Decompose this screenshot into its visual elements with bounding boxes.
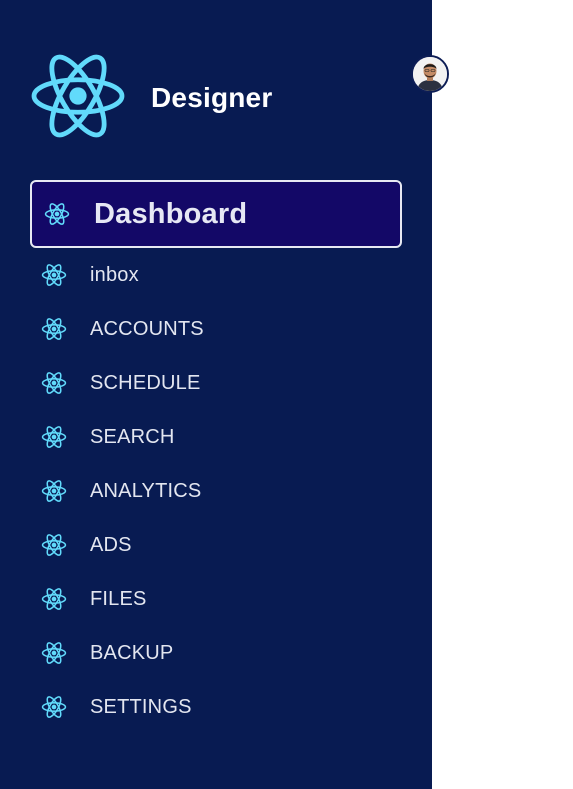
app-page: Designer Dashboard inbox ACCOUNTS SCHEDU… xyxy=(0,0,573,789)
sidebar-item-label: Dashboard xyxy=(94,197,248,230)
sidebar-item-dashboard[interactable]: Dashboard xyxy=(30,180,402,248)
sidebar-item-label: SCHEDULE xyxy=(90,371,201,394)
sidebar-item-label: ANALYTICS xyxy=(90,479,202,502)
sidebar-item-ads[interactable]: ADS xyxy=(0,518,432,572)
react-atom-icon xyxy=(41,371,67,395)
react-atom-icon xyxy=(41,479,67,503)
sidebar-item-label: inbox xyxy=(90,263,139,286)
brand[interactable]: Designer xyxy=(30,52,272,140)
sidebar-item-label: SETTINGS xyxy=(90,695,192,718)
sidebar-item-files[interactable]: FILES xyxy=(0,572,432,626)
react-atom-icon xyxy=(44,202,70,226)
react-atom-icon xyxy=(41,317,67,341)
sidebar-item-label: BACKUP xyxy=(90,641,174,664)
avatar-portrait xyxy=(413,57,447,91)
sidebar-item-backup[interactable]: BACKUP xyxy=(0,626,432,680)
sidebar-item-accounts[interactable]: ACCOUNTS xyxy=(0,302,432,356)
react-atom-icon xyxy=(41,425,67,449)
user-avatar-icon[interactable] xyxy=(411,55,449,93)
sidebar: Designer Dashboard inbox ACCOUNTS SCHEDU… xyxy=(0,0,432,789)
sidebar-item-label: ACCOUNTS xyxy=(90,317,204,340)
sidebar-item-schedule[interactable]: SCHEDULE xyxy=(0,356,432,410)
sidebar-nav: Dashboard inbox ACCOUNTS SCHEDULE SEARCH… xyxy=(0,180,432,734)
sidebar-item-search[interactable]: SEARCH xyxy=(0,410,432,464)
react-atom-icon xyxy=(41,695,67,719)
sidebar-item-inbox[interactable]: inbox xyxy=(0,248,432,302)
react-atom-icon xyxy=(41,587,67,611)
sidebar-item-label: ADS xyxy=(90,533,132,556)
sidebar-item-analytics[interactable]: ANALYTICS xyxy=(0,464,432,518)
sidebar-item-label: SEARCH xyxy=(90,425,175,448)
react-atom-icon xyxy=(41,533,67,557)
react-atom-icon xyxy=(41,641,67,665)
react-atom-icon xyxy=(31,54,125,138)
react-atom-icon xyxy=(41,263,67,287)
sidebar-item-label: FILES xyxy=(90,587,147,610)
brand-name: Designer xyxy=(151,81,273,113)
sidebar-item-settings[interactable]: SETTINGS xyxy=(0,680,432,734)
